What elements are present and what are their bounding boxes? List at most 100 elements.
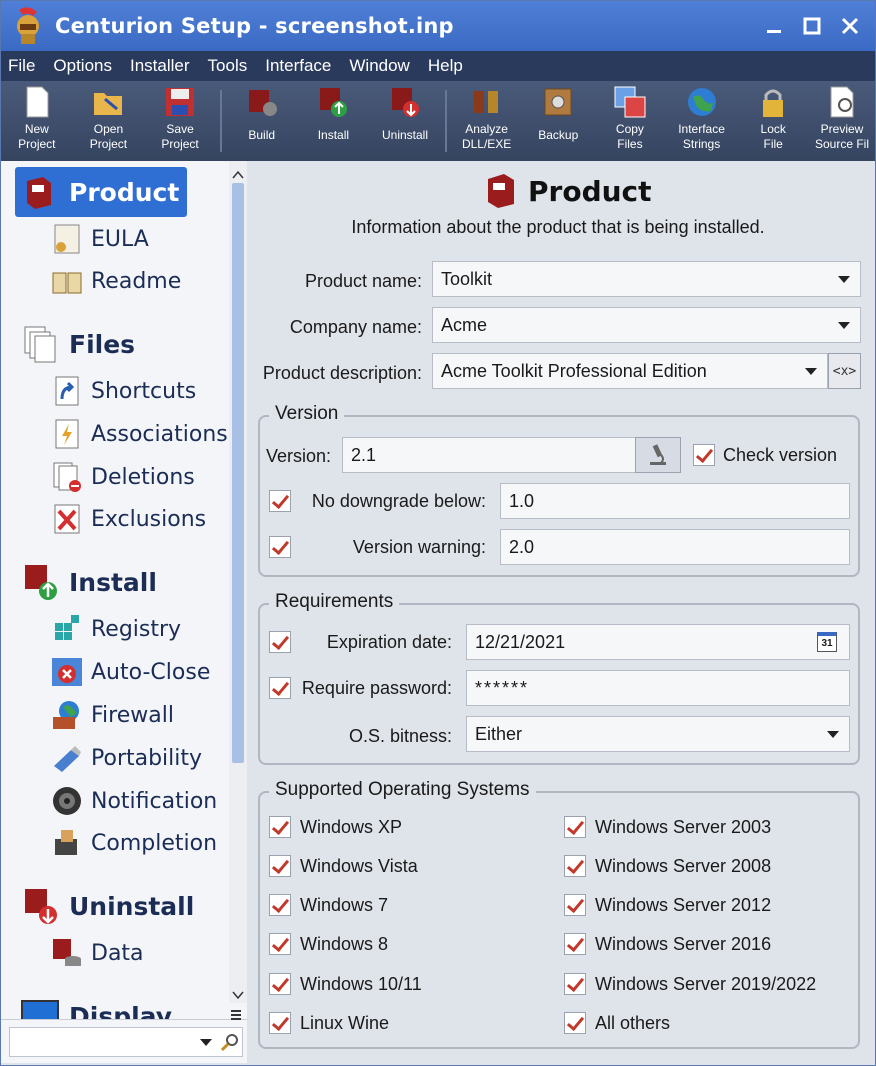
- copy-files-label: Copy Files: [615, 122, 644, 151]
- sidebar-item-shortcuts[interactable]: Shortcuts: [51, 371, 196, 411]
- os-label: Windows Server 2003: [595, 817, 772, 837]
- no-downgrade-input[interactable]: 1.0: [500, 483, 850, 519]
- menu-interface[interactable]: Interface: [265, 56, 331, 76]
- os-bitness-select[interactable]: Either: [466, 716, 850, 752]
- preview-source-icon: [825, 85, 859, 119]
- menu-window[interactable]: Window: [349, 56, 409, 76]
- sidebar-item-data[interactable]: Data: [51, 933, 144, 973]
- auto-close-icon: [51, 656, 83, 688]
- build-label: Build: [248, 128, 276, 142]
- product-name-combobox[interactable]: Toolkit: [432, 261, 861, 297]
- lock-file-button[interactable]: Lock File: [737, 81, 809, 161]
- os-checkbox-windows-10-11[interactable]: [269, 973, 291, 995]
- new-project-button[interactable]: New Project: [1, 81, 73, 161]
- product-panel: Product Information about the product th…: [248, 161, 875, 1065]
- os-checkbox-server-2019-2022[interactable]: [564, 973, 586, 995]
- chevron-down-icon[interactable]: [838, 322, 850, 329]
- os-checkbox-server-2012[interactable]: [564, 894, 586, 916]
- sidebar-category-files[interactable]: Files: [15, 319, 143, 369]
- os-checkbox-server-2016[interactable]: [564, 933, 586, 955]
- sidebar-scrollbar[interactable]: [229, 161, 247, 1003]
- product-description-combobox[interactable]: Acme Toolkit Professional Edition: [432, 353, 828, 389]
- sidebar-item-firewall[interactable]: Firewall: [51, 695, 174, 735]
- maximize-button[interactable]: [795, 9, 829, 43]
- check-version-checkbox[interactable]: [693, 444, 715, 466]
- sidebar-item-auto-close[interactable]: Auto-Close: [51, 652, 210, 692]
- install-icon: [316, 85, 350, 119]
- os-checkbox-windows-7[interactable]: [269, 894, 291, 916]
- interface-strings-button[interactable]: Interface Strings: [666, 81, 738, 161]
- os-label: Windows Vista: [300, 856, 418, 876]
- scroll-up-icon[interactable]: [232, 165, 244, 184]
- scroll-thumb[interactable]: [232, 183, 244, 763]
- sidebar-category-install[interactable]: Install: [15, 557, 165, 607]
- sidebar-category-uninstall[interactable]: Uninstall: [15, 881, 202, 931]
- install-box-icon: [21, 563, 59, 601]
- sidebar-menu-icon[interactable]: [231, 1006, 241, 1025]
- os-checkbox-server-2008[interactable]: [564, 855, 586, 877]
- os-checkbox-linux-wine[interactable]: [269, 1012, 291, 1034]
- backup-icon: [541, 85, 575, 119]
- preview-source-button[interactable]: Preview Source Fil: [809, 81, 875, 161]
- sidebar-search-input[interactable]: [9, 1027, 243, 1057]
- dropdown-caret-icon[interactable]: [200, 1039, 212, 1046]
- save-project-button[interactable]: Save Project: [144, 81, 216, 161]
- copy-files-icon: [613, 85, 647, 119]
- menu-tools[interactable]: Tools: [208, 56, 248, 76]
- sidebar-item-eula[interactable]: EULA: [51, 219, 149, 259]
- sidebar-item-exclusions[interactable]: Exclusions: [51, 499, 206, 539]
- sidebar-item-notification[interactable]: Notification: [51, 781, 217, 821]
- copy-files-button[interactable]: Copy Files: [594, 81, 666, 161]
- install-button[interactable]: Install: [298, 81, 370, 161]
- chevron-down-icon[interactable]: [827, 731, 839, 738]
- sidebar-item-deletions[interactable]: Deletions: [51, 457, 195, 497]
- search-icon[interactable]: [220, 1032, 240, 1056]
- require-password-checkbox[interactable]: [269, 677, 291, 699]
- menu-installer[interactable]: Installer: [130, 56, 190, 76]
- password-input[interactable]: ******: [466, 670, 850, 706]
- sidebar-item-label: Associations: [91, 421, 228, 447]
- version-warning-label: Version warning:: [352, 537, 486, 557]
- open-project-button[interactable]: Open Project: [73, 81, 145, 161]
- uninstall-button[interactable]: Uninstall: [369, 81, 441, 161]
- data-icon: [51, 937, 83, 969]
- title-bar[interactable]: Centurion Setup - screenshot.inp: [1, 1, 875, 51]
- os-checkbox-windows-xp[interactable]: [269, 816, 291, 838]
- minimize-button[interactable]: [757, 9, 791, 43]
- sidebar-item-portability[interactable]: Portability: [51, 738, 202, 778]
- chevron-down-icon[interactable]: [805, 368, 817, 375]
- sidebar-item-readme[interactable]: Readme: [51, 261, 181, 301]
- version-input[interactable]: 2.1: [342, 437, 636, 473]
- expiration-date-checkbox[interactable]: [269, 631, 291, 653]
- os-checkbox-windows-8[interactable]: [269, 933, 291, 955]
- chevron-down-icon[interactable]: [838, 276, 850, 283]
- version-warning-input[interactable]: 2.0: [500, 529, 850, 565]
- menu-file[interactable]: File: [8, 56, 35, 76]
- no-downgrade-checkbox[interactable]: [269, 490, 291, 512]
- version-warning-checkbox[interactable]: [269, 536, 291, 558]
- os-checkbox-windows-vista[interactable]: [269, 855, 291, 877]
- sidebar-item-completion[interactable]: Completion: [51, 823, 217, 863]
- sidebar-category-product[interactable]: Product: [15, 167, 188, 217]
- sidebar-item-label: Exclusions: [91, 506, 207, 532]
- check-version-label: Check version: [723, 445, 838, 465]
- close-button[interactable]: [833, 9, 867, 43]
- backup-button[interactable]: Backup: [522, 81, 594, 161]
- version-detect-button[interactable]: [635, 437, 681, 473]
- insert-macro-button[interactable]: <x>: [828, 353, 861, 389]
- menu-options[interactable]: Options: [53, 56, 112, 76]
- company-name-combobox[interactable]: Acme: [432, 307, 861, 343]
- expiration-date-input[interactable]: 12/21/2021 31: [466, 624, 850, 660]
- calendar-icon[interactable]: 31: [817, 632, 837, 652]
- os-checkbox-all-others[interactable]: [564, 1012, 586, 1034]
- analyze-button[interactable]: Analyze DLL/EXE: [451, 81, 523, 161]
- scroll-down-icon[interactable]: [232, 985, 244, 1004]
- completion-icon: [51, 827, 83, 859]
- product-name-label: Product name:: [304, 271, 422, 291]
- os-checkbox-server-2003[interactable]: [564, 816, 586, 838]
- sidebar-item-associations[interactable]: Associations: [51, 414, 228, 454]
- menu-help[interactable]: Help: [428, 56, 463, 76]
- sidebar-item-registry[interactable]: Registry: [51, 609, 181, 649]
- build-button[interactable]: Build: [226, 81, 298, 161]
- os-bitness-label: O.S. bitness:: [348, 726, 452, 746]
